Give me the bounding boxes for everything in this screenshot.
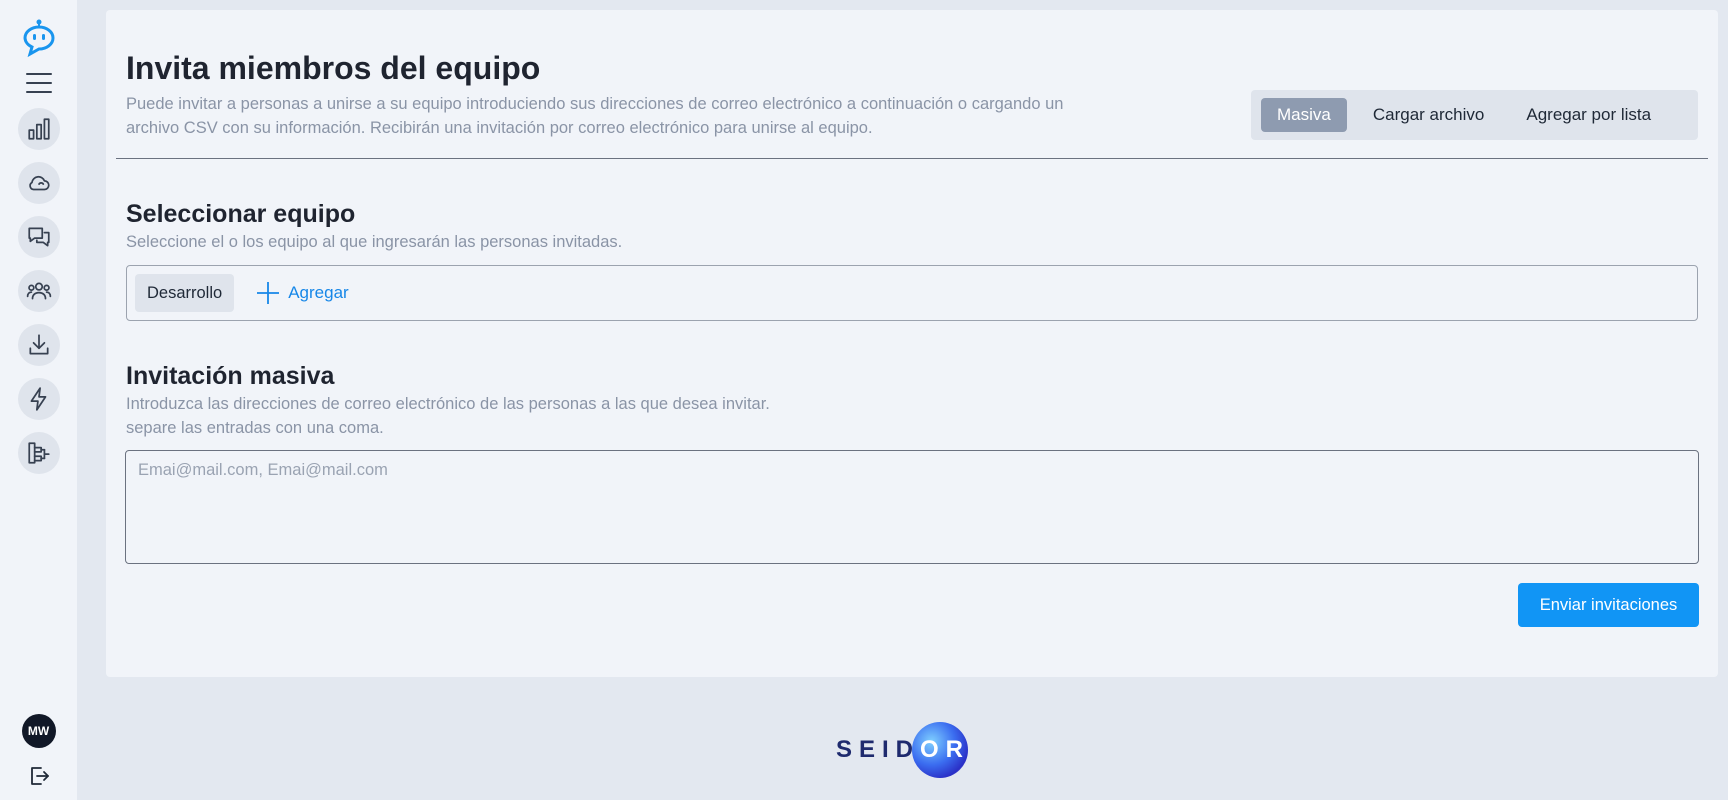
users-icon[interactable]	[17, 270, 60, 312]
bot-icon[interactable]	[18, 18, 60, 58]
chart-icon[interactable]	[17, 108, 60, 150]
invite-card: Invita miembros del equipo Puede invitar…	[106, 10, 1718, 677]
tab-agregar-por-lista[interactable]: Agregar por lista	[1510, 98, 1667, 132]
page-description: Puede invitar a personas a unirse a su e…	[126, 95, 1064, 137]
brand-right: OR	[920, 736, 971, 763]
lightning-icon[interactable]	[17, 378, 60, 420]
add-team-label: Agregar	[288, 283, 349, 302]
menu-icon[interactable]	[23, 70, 55, 96]
seidor-logo: SEIDOR	[836, 722, 970, 778]
brand-left: SEID	[836, 736, 921, 763]
header-divider	[116, 158, 1708, 159]
flow-icon[interactable]	[17, 432, 60, 474]
bulk-section-description-1: Introduzca las direcciones de correo ele…	[126, 395, 770, 413]
chat-icon[interactable]	[17, 216, 60, 258]
download-icon[interactable]	[17, 324, 60, 366]
cloud-icon[interactable]	[17, 162, 60, 204]
bulk-section-title: Invitación masiva	[126, 362, 335, 390]
plus-icon	[257, 282, 280, 304]
email-textarea[interactable]	[125, 450, 1699, 564]
logout-icon[interactable]	[25, 762, 53, 790]
avatar[interactable]: MW	[21, 714, 56, 748]
sidebar-footer: MW	[0, 714, 77, 790]
team-section-title: Seleccionar equipo	[126, 200, 356, 228]
add-team-button[interactable]: Agregar	[254, 279, 349, 307]
team-selector: Desarrollo Agregar	[126, 265, 1698, 321]
team-chip[interactable]: Desarrollo	[135, 274, 235, 312]
send-invitations-button[interactable]: Enviar invitaciones	[1518, 583, 1699, 627]
sidebar: MW	[0, 0, 77, 800]
tab-cargar-archivo[interactable]: Cargar archivo	[1357, 98, 1501, 132]
tab-masiva[interactable]: Masiva	[1261, 98, 1347, 132]
page-title: Invita miembros del equipo	[126, 50, 541, 86]
invite-mode-tabs: Masiva Cargar archivo Agregar por lista	[1251, 90, 1698, 140]
team-section-description: Seleccione el o los equipo al que ingres…	[126, 233, 623, 251]
bulk-section-description-2: separe las entradas con una coma.	[126, 419, 384, 437]
